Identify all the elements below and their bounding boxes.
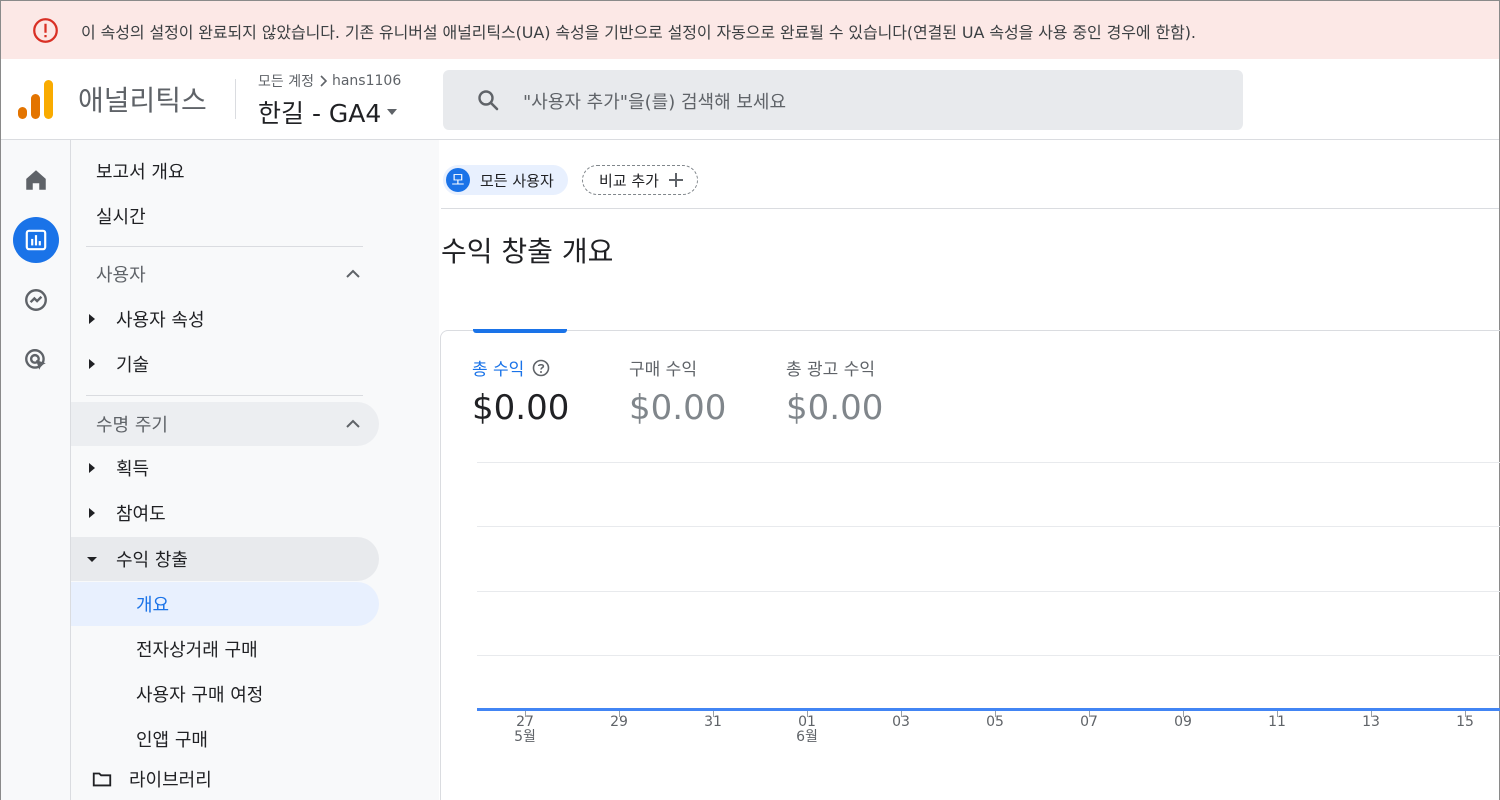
x-tick-month: 6월 (796, 729, 818, 745)
metric-label: 총 수익 (472, 360, 525, 380)
page-title: 수익 창출 개요 (441, 235, 614, 268)
nav-reports-snapshot[interactable]: 보고서 개요 (96, 149, 185, 193)
rail-reports-button[interactable] (13, 217, 59, 263)
nav-tech[interactable]: 기술 (71, 342, 379, 386)
metric-value: $0.00 (472, 388, 570, 428)
nav-engagement[interactable]: 참여도 (71, 491, 379, 535)
nav-user-attributes-label: 사용자 속성 (116, 310, 205, 331)
property-selector[interactable]: 한길 - GA4 (258, 94, 399, 130)
chevron-up-icon (346, 419, 360, 428)
nav-library[interactable]: 라이브러리 (91, 762, 212, 796)
chart-gridline (477, 655, 1500, 656)
nav-realtime[interactable]: 실시간 (96, 194, 146, 238)
breadcrumb-all-accounts[interactable]: 모든 계정 (258, 71, 314, 91)
x-tick-label: 03 (892, 714, 910, 730)
nav-ecommerce-purchases[interactable]: 전자상거래 구매 (71, 627, 379, 671)
metric-purchase-revenue[interactable]: 구매 수익 $0.00 (629, 355, 726, 428)
caret-down-icon (387, 109, 398, 115)
rail-home-button[interactable] (13, 157, 59, 203)
error-icon (33, 18, 58, 43)
x-tick-label: 29 (610, 714, 628, 730)
x-tick-label: 15 (1456, 714, 1474, 730)
x-tick-label: 07 (1080, 714, 1098, 730)
chart-gridline (477, 462, 1500, 463)
setup-warning-banner: 이 속성의 설정이 완료되지 않았습니다. 기존 유니버설 애널리틱스(UA) … (1, 1, 1499, 59)
revenue-line-chart: 27 5월 29 31 01 6월 03 05 07 09 11 13 15 (477, 451, 1500, 751)
metric-total-revenue[interactable]: 총 수익 $0.00 (472, 355, 569, 428)
nav-acquisition[interactable]: 획득 (71, 446, 379, 490)
app-name: 애널리틱스 (78, 84, 207, 117)
metric-label: 총 광고 수익 (786, 360, 876, 380)
triangle-right-icon (89, 508, 95, 518)
x-tick-label: 11 (1268, 714, 1286, 730)
metric-value: $0.00 (786, 388, 884, 428)
breadcrumb-account[interactable]: hans1106 (332, 73, 401, 89)
nav-acquisition-label: 획득 (116, 459, 150, 480)
nav-in-app-purchases[interactable]: 인앱 구매 (71, 717, 379, 761)
triangle-right-icon (89, 359, 95, 369)
banner-message: 이 속성의 설정이 완료되지 않았습니다. 기존 유니버설 애널리틱스(UA) … (81, 23, 1196, 42)
nav-monetization-overview[interactable]: 개요 (71, 582, 379, 626)
home-icon (26, 170, 46, 190)
add-comparison-button[interactable]: 비교 추가 (582, 165, 698, 195)
search-box[interactable]: "사용자 추가"을(를) 검색해 보세요 (443, 70, 1243, 130)
chevron-right-icon (320, 75, 328, 87)
nav-section-lifecycle[interactable]: 수명 주기 (71, 402, 379, 446)
nav-divider (86, 395, 363, 396)
nav-user-attributes[interactable]: 사용자 속성 (71, 297, 379, 341)
analytics-logo-icon (18, 80, 53, 119)
x-tick-label: 31 (704, 714, 722, 730)
triangle-down-icon (87, 557, 97, 562)
triangle-right-icon (89, 463, 95, 473)
nav-monetization[interactable]: 수익 창출 (71, 537, 379, 581)
metric-total-ad-revenue[interactable]: 총 광고 수익 $0.00 (786, 355, 883, 428)
x-tick-label: 27 5월 (505, 715, 545, 745)
active-metric-indicator (473, 329, 567, 333)
property-name: 한길 - GA4 (258, 99, 382, 128)
folder-icon (92, 772, 112, 787)
add-comparison-label: 비교 추가 (599, 171, 659, 190)
help-icon[interactable] (532, 359, 550, 377)
search-icon (478, 90, 499, 111)
ads-target-icon (25, 349, 46, 370)
plus-icon (668, 173, 683, 187)
x-tick-label: 05 (986, 714, 1004, 730)
rail-advertising-button[interactable] (13, 337, 59, 383)
bar-chart-icon (25, 229, 47, 251)
nav-section-user-label: 사용자 (96, 265, 146, 286)
nav-library-label: 라이브러리 (129, 770, 212, 791)
rail-explore-button[interactable] (13, 277, 59, 323)
nav-user-purchase-journey[interactable]: 사용자 구매 여정 (71, 672, 379, 716)
nav-tech-label: 기술 (116, 355, 150, 376)
segment-chip-all-users[interactable]: 모 모든 사용자 (443, 165, 568, 195)
nav-engagement-label: 참여도 (116, 504, 166, 525)
metric-label: 구매 수익 (629, 360, 697, 380)
chevron-up-icon (346, 269, 360, 278)
breadcrumb[interactable]: 모든 계정 hans1106 (258, 71, 401, 91)
chart-gridline (477, 526, 1500, 527)
left-rail (1, 140, 71, 800)
header-divider (235, 79, 236, 119)
x-tick-label: 09 (1174, 714, 1192, 730)
main-content: 모 모든 사용자 비교 추가 수익 창출 개요 총 수익 $0.00 구매 수익… (439, 140, 1500, 800)
x-tick-label: 01 6월 (787, 715, 827, 745)
x-tick-label: 13 (1362, 714, 1380, 730)
triangle-right-icon (89, 314, 95, 324)
nav-section-user[interactable]: 사용자 (71, 252, 379, 296)
app-header: 애널리틱스 모든 계정 hans1106 한길 - GA4 "사용자 추가"을(… (1, 59, 1499, 140)
nav-monetization-label: 수익 창출 (116, 550, 188, 571)
metric-value: $0.00 (629, 388, 727, 428)
reports-nav: 보고서 개요 실시간 사용자 사용자 속성 기술 수명 주기 획득 참여도 수익… (71, 140, 439, 800)
segment-label: 모든 사용자 (480, 171, 554, 190)
nav-divider (86, 246, 363, 247)
segment-avatar: 모 (446, 168, 470, 192)
series-line (477, 708, 1500, 711)
main-divider (441, 208, 1499, 209)
chart-gridline (477, 591, 1500, 592)
explore-icon (25, 289, 47, 311)
revenue-card: 총 수익 $0.00 구매 수익 $0.00 총 광고 수익 $0.00 27 5… (440, 329, 1500, 800)
nav-section-lifecycle-label: 수명 주기 (96, 415, 168, 436)
search-placeholder: "사용자 추가"을(를) 검색해 보세요 (523, 92, 787, 113)
x-tick-month: 5월 (514, 729, 536, 745)
